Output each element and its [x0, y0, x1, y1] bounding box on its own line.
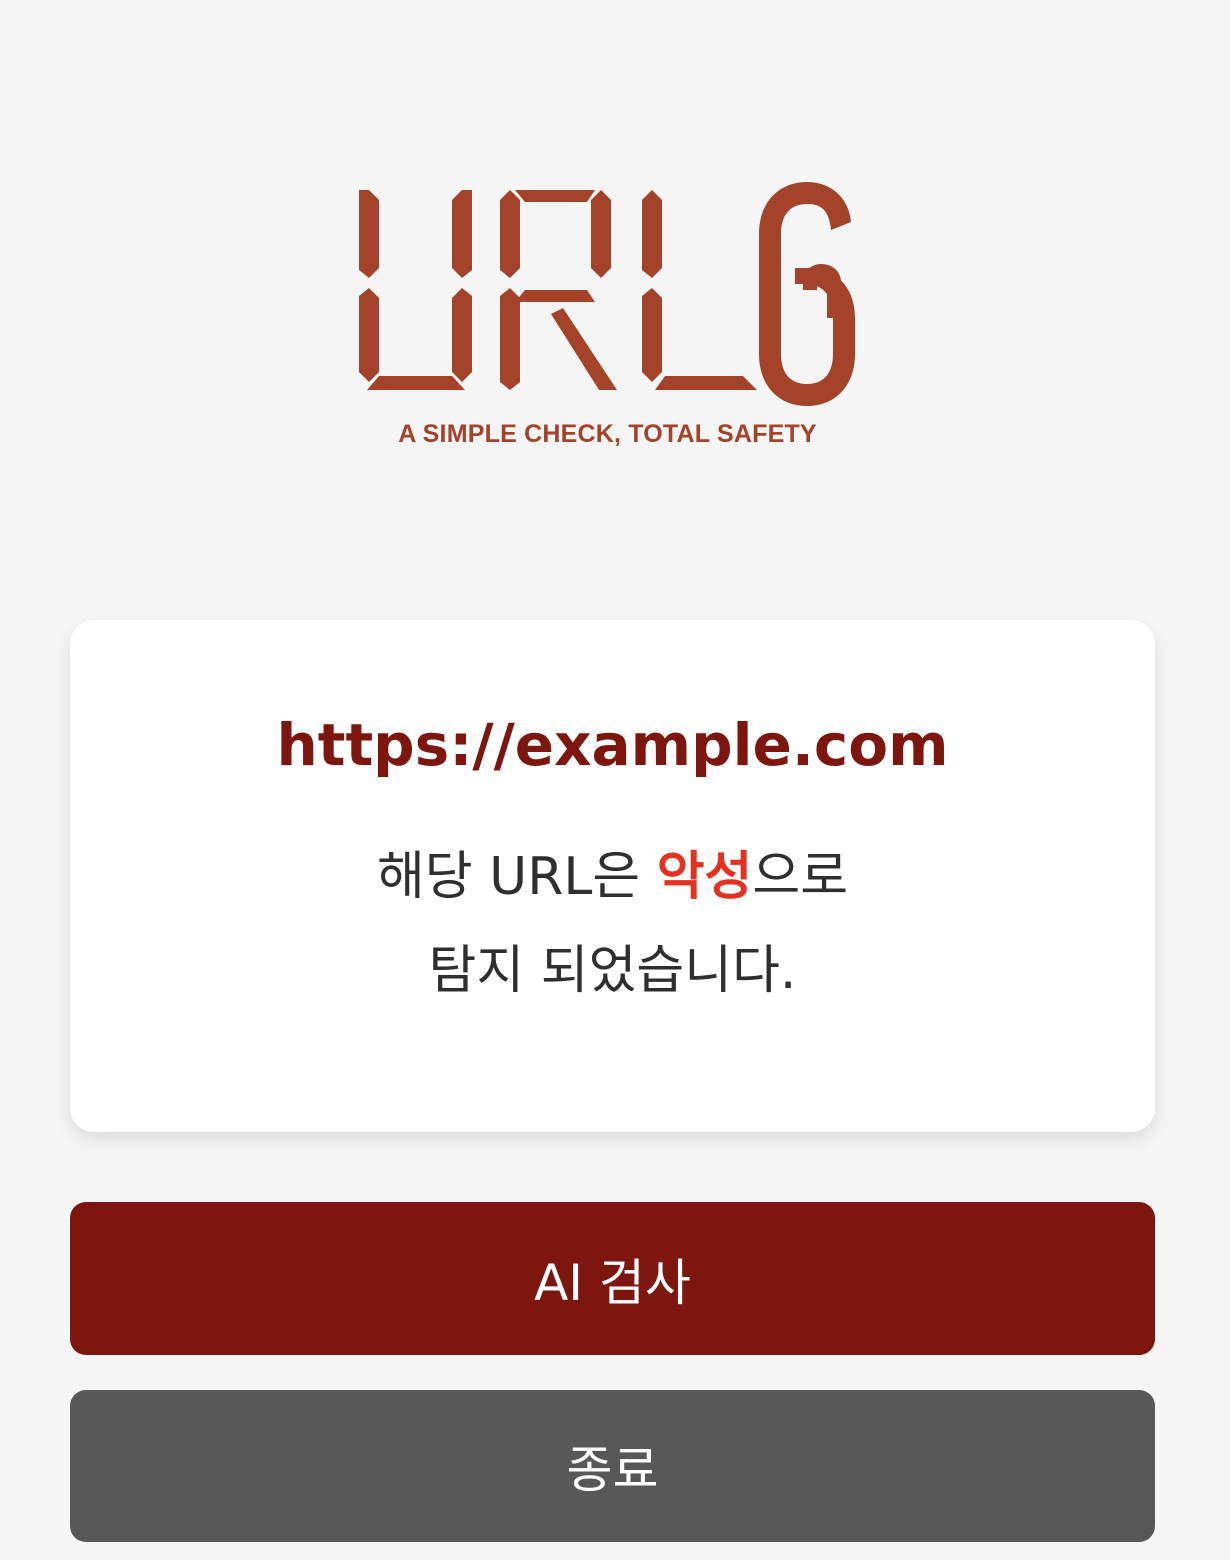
checked-url: https://example.com: [276, 711, 949, 779]
result-message: 해당 URL은 악성으로 탐지 되었습니다.: [70, 830, 1155, 1018]
message-suffix: 으로: [752, 847, 849, 907]
message-prefix: 해당 URL은: [376, 847, 657, 907]
app-logo: A SIMPLE CHECK, TOTAL SAFETY: [355, 178, 860, 458]
malicious-highlight: 악성: [656, 847, 753, 907]
logo-wordmark-icon: [359, 182, 855, 406]
ai-check-button[interactable]: AI 검사: [70, 1202, 1155, 1355]
logo-tagline: A SIMPLE CHECK, TOTAL SAFETY: [398, 420, 817, 448]
exit-button[interactable]: 종료: [70, 1390, 1155, 1542]
result-message-line1: 해당 URL은 악성으로: [70, 830, 1155, 924]
result-card: https://example.com 해당 URL은 악성으로 탐지 되었습니…: [70, 620, 1155, 1132]
result-message-line2: 탐지 되었습니다.: [428, 941, 797, 1001]
